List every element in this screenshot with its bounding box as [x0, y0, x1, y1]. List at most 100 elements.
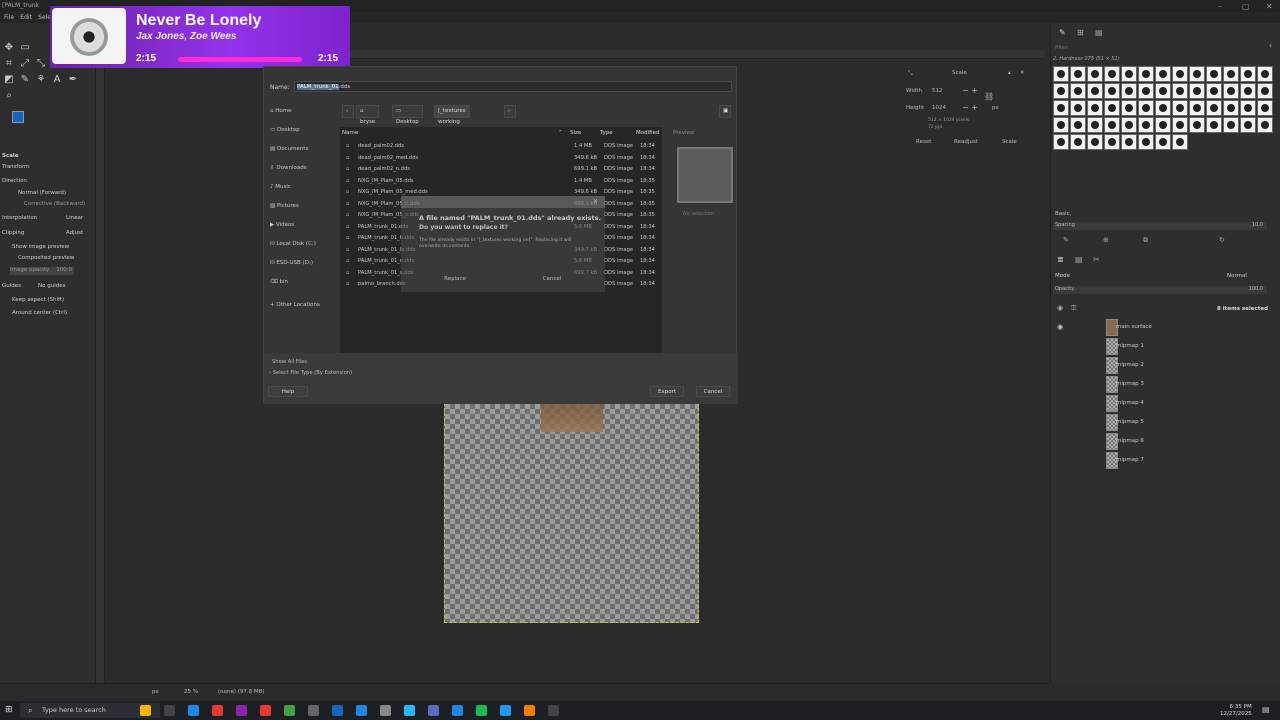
- dock-menu-icon[interactable]: ‹: [1269, 41, 1272, 50]
- brush-swatch[interactable]: [1155, 66, 1171, 82]
- brush-swatch[interactable]: [1257, 83, 1273, 99]
- new-brush-icon[interactable]: ⊕: [1103, 236, 1109, 244]
- taskbar-app-icon[interactable]: [332, 705, 343, 716]
- image-opacity-slider[interactable]: Image opacity 100.0: [10, 267, 74, 275]
- brush-swatch[interactable]: [1206, 83, 1222, 99]
- taskbar-app-icon[interactable]: [284, 705, 295, 716]
- reset-button[interactable]: Reset: [916, 139, 931, 145]
- brush-swatch[interactable]: [1223, 66, 1239, 82]
- brush-swatch[interactable]: [1138, 134, 1154, 150]
- zoom-tool-icon[interactable]: ⌕: [2, 89, 16, 103]
- readjust-button[interactable]: Readjust: [954, 139, 978, 145]
- interpolation-select[interactable]: Linear: [66, 215, 83, 221]
- refresh-brushes-icon[interactable]: ↻: [1219, 236, 1225, 244]
- taskbar-app-icon[interactable]: [548, 705, 559, 716]
- help-button[interactable]: Help: [268, 386, 308, 397]
- brush-swatch[interactable]: [1087, 117, 1103, 133]
- brush-swatch[interactable]: [1121, 117, 1137, 133]
- brush-swatch[interactable]: [1121, 100, 1137, 116]
- spacing-slider[interactable]: Spacing 10.0: [1053, 222, 1267, 230]
- menu-edit[interactable]: Edit: [20, 12, 32, 23]
- brush-swatch[interactable]: [1189, 83, 1205, 99]
- picker-tool-icon[interactable]: ✒: [66, 73, 80, 87]
- column-size[interactable]: Size: [570, 130, 581, 136]
- select-file-type-expander[interactable]: › Select File Type (By Extension): [269, 370, 352, 376]
- brush-swatch[interactable]: [1138, 117, 1154, 133]
- breadcrumb-forward-icon[interactable]: ›: [504, 105, 516, 118]
- image-canvas[interactable]: [444, 403, 699, 623]
- brush-swatch[interactable]: [1070, 66, 1086, 82]
- layer-name[interactable]: mipmap 7: [1116, 457, 1144, 463]
- brush-swatch[interactable]: [1155, 100, 1171, 116]
- show-all-files-checkbox[interactable]: Show All Files: [272, 359, 307, 365]
- brush-swatch[interactable]: [1104, 83, 1120, 99]
- brush-swatch[interactable]: [1087, 100, 1103, 116]
- brush-swatch[interactable]: [1053, 134, 1069, 150]
- brush-swatch[interactable]: [1257, 117, 1273, 133]
- brush-swatch[interactable]: [1155, 117, 1171, 133]
- layer-visibility-icon[interactable]: ◉: [1057, 323, 1063, 331]
- brush-swatch[interactable]: [1087, 83, 1103, 99]
- scale-panel-close-icon[interactable]: ✕: [1020, 70, 1025, 76]
- taskbar-app-icon[interactable]: [308, 705, 319, 716]
- brush-swatch[interactable]: [1087, 66, 1103, 82]
- place-esd-usb[interactable]: ⛁ ESD-USB (D:): [270, 260, 313, 266]
- brush-swatch[interactable]: [1104, 66, 1120, 82]
- edit-brush-icon[interactable]: ✎: [1063, 236, 1069, 244]
- breadcrumb-bryse[interactable]: ⌂ bryse: [356, 105, 380, 125]
- brush-swatch[interactable]: [1189, 100, 1205, 116]
- brush-swatch[interactable]: [1053, 66, 1069, 82]
- brush-swatch[interactable]: [1070, 134, 1086, 150]
- taskbar-app-icon[interactable]: [380, 705, 391, 716]
- place-desktop[interactable]: ▭ Desktop: [270, 127, 300, 133]
- brush-swatch[interactable]: [1189, 66, 1205, 82]
- duplicate-brush-icon[interactable]: ⧉: [1143, 236, 1148, 245]
- scale-panel-pin-icon[interactable]: ▴: [1008, 70, 1011, 76]
- chain-link-icon[interactable]: ⛓: [984, 92, 994, 101]
- brush-swatch[interactable]: [1070, 83, 1086, 99]
- file-row[interactable]: ▫ dead_palm02.dds 1.4 MB DDS image 18:34: [344, 141, 660, 152]
- brush-swatch[interactable]: [1053, 117, 1069, 133]
- close-icon[interactable]: ✕: [1266, 2, 1273, 11]
- rect-select-icon[interactable]: ▭: [18, 41, 32, 55]
- column-name[interactable]: Name: [342, 130, 358, 136]
- cancel-button[interactable]: Cancel: [696, 386, 730, 397]
- layers-tab-icon[interactable]: ≣: [1057, 255, 1064, 264]
- brush-swatch[interactable]: [1070, 100, 1086, 116]
- scale-button[interactable]: Scale: [1002, 139, 1017, 145]
- place-downloads[interactable]: ⇩ Downloads: [270, 165, 307, 171]
- place-home[interactable]: ⌂ Home: [270, 108, 292, 114]
- brush-swatch[interactable]: [1172, 66, 1188, 82]
- taskbar-app-icon[interactable]: [500, 705, 511, 716]
- brush-swatch[interactable]: [1155, 83, 1171, 99]
- layer-opacity-slider[interactable]: Opacity 100.0: [1053, 286, 1267, 294]
- place-music[interactable]: ♪ Music: [270, 184, 291, 190]
- foreground-color-swatch[interactable]: [12, 111, 24, 123]
- notifications-icon[interactable]: ▤: [1262, 705, 1270, 714]
- brush-swatch[interactable]: [1155, 134, 1171, 150]
- minimize-icon[interactable]: –: [1218, 2, 1222, 11]
- breadcrumb-desktop[interactable]: ▭ Desktop: [392, 105, 423, 125]
- place-local-disk[interactable]: ⛁ Local Disk (C:): [270, 241, 316, 247]
- layer-name[interactable]: mipmap 6: [1116, 438, 1144, 444]
- keep-aspect-checkbox[interactable]: Keep aspect (Shift): [12, 297, 64, 303]
- taskbar-app-icon[interactable]: [452, 705, 463, 716]
- file-row[interactable]: ▫ NXG_IM_Plam_05.dds 1.4 MB DDS image 18:35: [344, 176, 660, 187]
- menu-file[interactable]: File: [4, 12, 14, 23]
- brush-swatch[interactable]: [1121, 66, 1137, 82]
- taskbar-app-icon[interactable]: [140, 705, 151, 716]
- layer-name[interactable]: main surface: [1116, 324, 1152, 330]
- column-modified[interactable]: Modified: [636, 130, 659, 136]
- move-tool-icon[interactable]: ✥: [2, 41, 16, 55]
- replace-button[interactable]: Replace: [415, 276, 495, 287]
- taskbar-app-icon[interactable]: [164, 705, 175, 716]
- unit-select[interactable]: px: [992, 105, 999, 111]
- unit-select[interactable]: px: [152, 689, 159, 695]
- visibility-toggle-icon[interactable]: ◉: [1057, 304, 1063, 312]
- clone-tool-icon[interactable]: ⚘: [34, 73, 48, 87]
- brush-swatch[interactable]: [1206, 100, 1222, 116]
- width-stepper[interactable]: − +: [962, 86, 978, 95]
- direction-normal-radio[interactable]: Normal (Forward): [18, 190, 66, 196]
- brush-swatch[interactable]: [1172, 117, 1188, 133]
- brush-swatch[interactable]: [1104, 117, 1120, 133]
